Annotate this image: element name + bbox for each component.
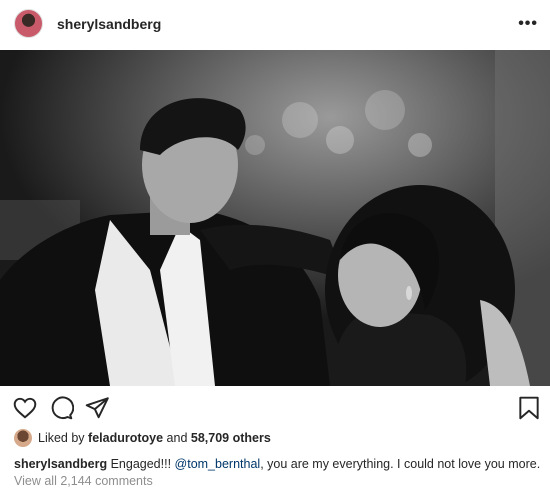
liker-username[interactable]: feladurotoye [88, 431, 163, 445]
action-bar [0, 395, 550, 423]
caption-text-after: , you are my everything. I could not lov… [260, 457, 541, 471]
likes-summary: Liked by feladurotoye and 58,709 others [14, 428, 271, 448]
photo-illustration [0, 50, 550, 386]
heart-icon[interactable] [12, 395, 38, 421]
post-header: sherylsandberg ••• [0, 0, 550, 47]
avatar[interactable] [14, 9, 43, 38]
caption-mention-link[interactable]: @tom_bernthal [175, 457, 261, 471]
likes-count[interactable]: 58,709 others [191, 431, 271, 445]
caption-text-before: Engaged!!! [110, 457, 172, 471]
liker-avatar[interactable] [14, 429, 32, 447]
post-photo[interactable] [0, 50, 550, 386]
caption-username[interactable]: sherylsandberg [14, 457, 107, 471]
send-icon[interactable] [84, 395, 110, 421]
likes-prefix: Liked by [38, 431, 85, 445]
bookmark-icon[interactable] [516, 395, 542, 421]
likes-connector: and [166, 431, 188, 445]
header-username[interactable]: sherylsandberg [57, 16, 161, 32]
post-caption: sherylsandberg Engaged!!! @tom_bernthal,… [14, 457, 540, 471]
comment-icon[interactable] [48, 395, 74, 421]
view-all-comments-link[interactable]: View all 2,144 comments [14, 474, 153, 488]
more-options-icon[interactable]: ••• [518, 15, 538, 32]
